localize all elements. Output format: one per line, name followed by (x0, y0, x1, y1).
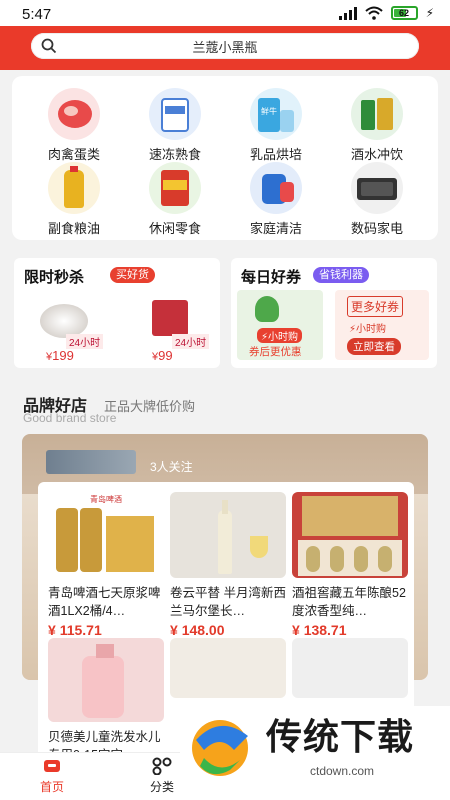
product-card-1[interactable]: 青岛啤酒 青岛啤酒七天原浆啤酒1LX2桶/4… ¥ 115.71 (48, 492, 164, 638)
coupon-left[interactable]: ⚡小时购 券后更优惠 (237, 290, 323, 360)
dairy-icon: 鲜牛 (250, 88, 302, 140)
search-icon (41, 38, 57, 54)
wifi-icon (364, 6, 383, 20)
category-snack[interactable]: 休闲零食 (135, 162, 215, 237)
nav-home[interactable]: 首页 (40, 757, 64, 795)
category-drinks[interactable]: 酒水冲饮 (337, 88, 417, 163)
coupon-tag: 省钱利器 (313, 267, 369, 283)
snack-icon (149, 162, 201, 214)
watermark-url: ctdown.com (310, 764, 375, 778)
frozen-food-icon (149, 88, 201, 140)
product-card-3[interactable]: 酒祖窖藏五年陈酿52度浓香型纯… ¥ 138.71 (292, 492, 408, 638)
product-card-5[interactable] (170, 638, 286, 698)
flash-sale-tag: 买好货 (110, 267, 155, 283)
home-icon (44, 760, 60, 772)
category-meat[interactable]: 肉禽蛋类 (34, 88, 114, 163)
category-cleaning[interactable]: 家庭清洁 (236, 162, 316, 237)
coupon-right-badge: ⚡小时购 (349, 324, 387, 335)
liquor-image (292, 492, 408, 578)
coupon-title: 每日好券 (241, 269, 302, 286)
watermark-text: 传统下载 (266, 716, 415, 757)
coupon-card[interactable]: 每日好券 省钱利器 ⚡小时购 券后更优惠 更多好券 ⚡小时购 立即查看 (231, 258, 437, 368)
cleaning-icon (250, 162, 302, 214)
coupon-left-badge: ⚡小时购 (257, 328, 303, 343)
battery-icon: 62 (390, 6, 418, 20)
oil-icon (48, 162, 100, 214)
store-followers: 3人关注 (150, 460, 193, 474)
signal-icon (338, 6, 357, 20)
watermark-logo (192, 720, 248, 776)
status-bar: 5:47 62 ⚡ (0, 0, 450, 26)
category-frozen[interactable]: 速冻熟食 (135, 88, 215, 163)
flash-item-1[interactable]: 24小时 ¥199 (24, 294, 114, 364)
cream-jar-image (40, 304, 88, 338)
category-dairy[interactable]: 鲜牛 乳品烘培 (236, 88, 316, 163)
brand-section-english: Good brand store (23, 411, 117, 425)
charging-icon: ⚡ (425, 6, 434, 20)
drinks-icon (351, 88, 403, 140)
vegetable-image (255, 296, 279, 322)
beer-image: 青岛啤酒 (48, 492, 164, 578)
search-placeholder: 兰蔻小黑瓶 (192, 39, 258, 55)
flash-item-2-badge: 24小时 (172, 334, 210, 349)
category-grid: 肉禽蛋类 速冻熟食 鲜牛 乳品烘培 酒水冲饮 副食粮油 休闲零食 家庭清洁 数码… (12, 76, 438, 240)
wine-image (170, 492, 286, 578)
product-card-4[interactable]: 贝德美儿童洗发水儿专用0-15宝宝… (48, 638, 164, 764)
category-icon (152, 757, 172, 776)
view-now-button[interactable]: 立即查看 (347, 338, 401, 355)
status-time: 5:47 (22, 6, 52, 23)
meat-icon (48, 88, 100, 140)
flash-item-2[interactable]: 24小时 ¥99 (124, 294, 214, 364)
product-1-price: ¥ 115.71 (48, 622, 102, 638)
flash-item-1-badge: 24小时 (66, 334, 104, 349)
gift-box-image (152, 300, 188, 336)
speaker-icon (351, 162, 403, 214)
flash-item-1-price: ¥199 (46, 348, 74, 363)
category-digital[interactable]: 数码家电 (337, 162, 417, 237)
category-oil[interactable]: 副食粮油 (34, 162, 114, 237)
coupon-right[interactable]: 更多好券 ⚡小时购 立即查看 (335, 290, 429, 360)
nav-category[interactable]: 分类 (150, 757, 174, 795)
brand-section-subtitle: 正品大牌低价购 (104, 399, 196, 414)
product-3-price: ¥ 138.71 (292, 622, 347, 638)
flash-sale-title: 限时秒杀 (24, 269, 85, 286)
product-card-6[interactable] (292, 638, 408, 698)
flash-item-2-price: ¥99 (152, 348, 173, 363)
product-2-price: ¥ 148.00 (170, 622, 225, 638)
flash-sale-card[interactable]: 限时秒杀 买好货 24小时 ¥199 24小时 ¥99 (14, 258, 220, 368)
coupon-left-caption: 券后更优惠 (249, 346, 302, 358)
more-coupons-title: 更多好券 (347, 296, 404, 317)
store-logo[interactable] (46, 450, 136, 474)
watermark-banner: 传统下载 ctdown.com (180, 706, 450, 800)
search-input[interactable]: 兰蔻小黑瓶 (31, 33, 419, 59)
shampoo-image (48, 638, 164, 722)
product-card-2[interactable]: 卷云平替 半月湾新西兰马尔堡长… ¥ 148.00 (170, 492, 286, 638)
